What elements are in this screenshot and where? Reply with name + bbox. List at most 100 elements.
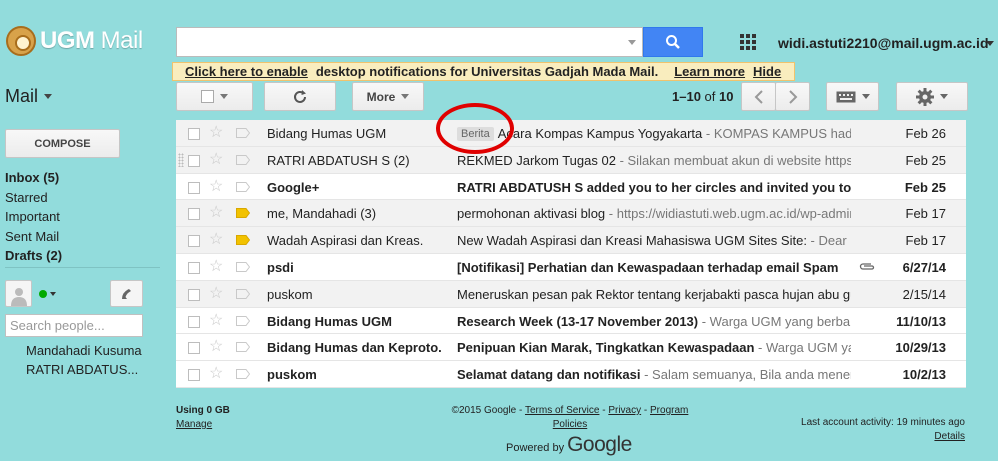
message-checkbox[interactable] [188, 342, 200, 355]
important-marker-icon[interactable] [236, 315, 250, 326]
message-subject: New Wadah Aspirasi dan Kreasi Mahasiswa … [457, 233, 807, 249]
message-row[interactable]: ☆ puskom Selamat datang dan notifikasi - S… [176, 361, 966, 388]
online-status-icon[interactable] [39, 290, 47, 298]
star-icon[interactable]: ☆ [209, 312, 223, 330]
ugm-mail-logo[interactable]: UGM Mail [6, 26, 143, 56]
sidebar-item-important[interactable]: Important [5, 207, 160, 227]
message-row[interactable]: ☆ Bidang Humas UGM Berita Acara Kompas Kamp… [176, 120, 966, 147]
gear-icon [916, 87, 934, 106]
hangouts-profile-button[interactable] [5, 280, 32, 307]
important-marker-icon[interactable] [236, 235, 250, 246]
select-all-checkbox[interactable] [201, 90, 214, 103]
program-policies-link[interactable]: Program [650, 405, 688, 416]
star-icon[interactable]: ☆ [209, 338, 223, 356]
account-email[interactable]: widi.astuti2210@mail.ugm.ac.id [778, 35, 989, 51]
manage-link[interactable]: Manage [176, 418, 230, 432]
sidebar-nav: Inbox (5) Starred Important Sent Mail Drafts… [5, 168, 160, 266]
details-link[interactable]: Details [801, 430, 965, 444]
account-caret-icon[interactable] [986, 41, 994, 46]
status-caret-icon[interactable] [50, 292, 56, 296]
star-icon[interactable]: ☆ [209, 178, 223, 196]
important-marker-icon[interactable] [236, 369, 250, 380]
newer-button[interactable] [741, 82, 776, 111]
message-row[interactable]: ☆ psdi [Notifikasi] Perhatian dan Kewaspad… [176, 253, 966, 281]
drag-handle-icon[interactable] [178, 152, 184, 167]
message-content: permohonan aktivasi blog - https://widia… [457, 206, 851, 221]
message-content: Penipuan Kian Marak, Tingkatkan Kewaspad… [457, 340, 851, 355]
star-icon[interactable]: ☆ [209, 204, 223, 222]
important-marker-icon[interactable] [236, 342, 250, 353]
mail-caret-icon [44, 94, 53, 99]
sidebar-item-drafts[interactable]: Drafts (2) [5, 246, 160, 266]
hide-link[interactable]: Hide [753, 64, 781, 79]
message-checkbox[interactable] [188, 128, 200, 140]
mail-menu[interactable]: Mail [5, 86, 53, 107]
important-marker-icon[interactable] [236, 208, 250, 219]
attachment-icon [859, 263, 875, 270]
sidebar-item-sent-mail[interactable]: Sent Mail [5, 227, 160, 247]
select-checkbox-button[interactable] [176, 82, 253, 111]
star-icon[interactable]: ☆ [209, 151, 223, 169]
message-date: Feb 17 [905, 206, 946, 222]
message-row[interactable]: ☆ Bidang Humas dan Keproto. Penipuan Kian … [176, 334, 966, 362]
important-marker-icon[interactable] [236, 261, 250, 272]
message-checkbox[interactable] [188, 235, 200, 248]
important-marker-icon[interactable] [236, 288, 250, 299]
star-icon[interactable]: ☆ [209, 258, 223, 276]
search-people-input[interactable] [5, 314, 143, 337]
message-sender: Google+ [267, 179, 320, 195]
policies-link[interactable]: Policies [553, 419, 587, 430]
sidebar-item-starred[interactable]: Starred [5, 188, 160, 208]
message-checkbox[interactable] [188, 181, 200, 194]
message-checkbox[interactable] [188, 154, 200, 167]
message-row[interactable]: ☆ Google+ RATRI ABDATUSH S added you to he… [176, 173, 966, 201]
compose-button[interactable]: COMPOSE [5, 129, 120, 158]
pager-range: 1–10 [672, 89, 701, 104]
more-button[interactable]: More [352, 82, 424, 111]
message-checkbox[interactable] [188, 288, 200, 301]
important-marker-icon[interactable] [236, 154, 250, 165]
search-button[interactable] [643, 27, 703, 57]
label-chip[interactable]: Berita [457, 127, 494, 141]
message-sender: Bidang Humas dan Keproto. [267, 340, 442, 356]
message-row[interactable]: ☆ Bidang Humas UGM Research Week (13-17 No… [176, 307, 966, 335]
powered-by-google: Powered by Google [506, 433, 632, 457]
message-checkbox[interactable] [188, 315, 200, 328]
important-marker-icon[interactable] [236, 181, 250, 192]
apps-grid-icon[interactable] [740, 34, 756, 50]
important-marker-icon[interactable] [236, 128, 250, 138]
message-checkbox[interactable] [188, 261, 200, 274]
message-row[interactable]: ☆ me, Mandahadi (3) permohonan aktivasi bl… [176, 200, 966, 228]
star-icon[interactable]: ☆ [209, 231, 223, 249]
pager-count: 1–10 of 10 [672, 89, 733, 104]
more-caret-icon [401, 94, 410, 99]
select-caret-icon [220, 94, 228, 99]
privacy-link[interactable]: Privacy [608, 405, 641, 416]
footer-links: ©2015 Google - Terms of Service - Privac… [451, 405, 689, 430]
search-options-caret-icon[interactable] [628, 40, 636, 45]
phone-icon [121, 288, 131, 299]
refresh-button[interactable] [264, 82, 336, 111]
older-button[interactable] [775, 82, 810, 111]
message-content: Research Week (13-17 November 2013) - Wa… [457, 314, 851, 329]
search-input[interactable] [176, 27, 643, 57]
star-icon[interactable]: ☆ [209, 285, 223, 303]
message-row[interactable]: ☆ puskom Meneruskan pesan pak Rektor tenta… [176, 280, 966, 308]
terms-link[interactable]: Terms of Service [525, 405, 599, 416]
star-icon[interactable]: ☆ [209, 365, 223, 383]
message-checkbox[interactable] [188, 369, 200, 382]
input-tools-button[interactable] [826, 82, 879, 111]
message-row[interactable]: ☆ RATRI ABDATUSH S (2) REKMED Jarkom Tugas… [176, 146, 966, 174]
contact-ratri[interactable]: RATRI ABDATUS... [26, 362, 138, 377]
message-checkbox[interactable] [188, 208, 200, 221]
phone-call-button[interactable] [110, 280, 143, 307]
message-snippet: - Warga UGM yang berbahagia [701, 313, 851, 329]
learn-more-link[interactable]: Learn more [674, 64, 745, 79]
sidebar-item-inbox[interactable]: Inbox (5) [5, 168, 160, 188]
settings-button[interactable] [896, 82, 968, 111]
more-label: More [366, 89, 396, 104]
message-row[interactable]: ☆ Wadah Aspirasi dan Kreas. New Wadah Aspi… [176, 227, 966, 254]
star-icon[interactable]: ☆ [209, 124, 223, 142]
contact-mandahadi[interactable]: Mandahadi Kusuma [26, 343, 142, 358]
enable-notifications-link[interactable]: Click here to enable [185, 64, 308, 79]
